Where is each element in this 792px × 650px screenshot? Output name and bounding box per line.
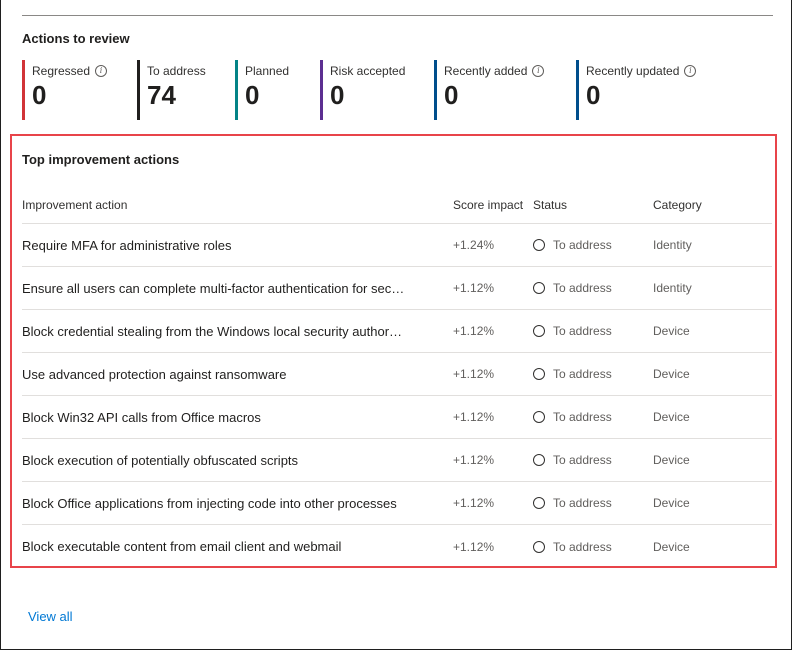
status-circle-icon — [533, 454, 545, 466]
category: Device — [653, 539, 690, 554]
status-text: To address — [553, 539, 612, 554]
improvement-actions-table: Improvement action Score impact Status C… — [22, 186, 772, 568]
metric-value: 0 — [330, 80, 345, 110]
action-name[interactable]: Block execution of potentially obfuscate… — [22, 453, 453, 468]
table-row[interactable]: Block execution of potentially obfuscate… — [22, 439, 772, 482]
metric-label: Planned — [245, 64, 290, 78]
metric-value: 0 — [586, 80, 601, 110]
metric-color-bar — [434, 60, 437, 120]
score-impact: +1.12% — [453, 367, 495, 381]
metric-color-bar — [137, 60, 140, 120]
score-impact: +1.12% — [453, 281, 495, 295]
table-body: Require MFA for administrative roles +1.2… — [22, 224, 772, 568]
category: Device — [653, 324, 690, 338]
top-improvement-actions-panel: Top improvement actions Improvement acti… — [10, 134, 777, 568]
status-text: To address — [553, 453, 612, 467]
metric-color-bar — [576, 60, 579, 120]
status-text: To address — [553, 238, 612, 252]
table-row[interactable]: Block Win32 API calls from Office macros… — [22, 396, 772, 439]
status-cell: To address — [533, 367, 653, 381]
action-name[interactable]: Block Win32 API calls from Office macros — [22, 410, 453, 425]
metric-color-bar — [22, 60, 25, 120]
metric-value: 0 — [32, 80, 47, 110]
action-name[interactable]: Block credential stealing from the Windo… — [22, 324, 453, 339]
category: Identity — [653, 238, 692, 252]
metric-risk-accepted[interactable]: Risk accepted 0 — [320, 60, 405, 120]
status-circle-icon — [533, 411, 545, 423]
category: Device — [653, 410, 690, 424]
metric-regressed[interactable]: Regressed i 0 — [22, 60, 108, 120]
category: Device — [653, 453, 690, 467]
status-cell: To address — [533, 410, 653, 424]
action-name[interactable]: Ensure all users can complete multi-fact… — [22, 281, 453, 296]
metric-to-address[interactable]: To address 74 — [137, 60, 206, 120]
table-row[interactable]: Use advanced protection against ransomwa… — [22, 353, 772, 396]
metric-label: Recently updated — [586, 64, 680, 78]
category: Device — [653, 496, 690, 510]
status-text: To address — [553, 324, 612, 338]
view-all-link[interactable]: View all — [28, 609, 73, 624]
score-impact: +1.12% — [453, 496, 495, 510]
table-row[interactable]: Require MFA for administrative roles +1.2… — [22, 224, 772, 267]
metric-label: To address — [147, 64, 206, 78]
action-name[interactable]: Use advanced protection against ransomwa… — [22, 367, 453, 382]
metric-color-bar — [320, 60, 323, 120]
score-impact: +1.12% — [453, 453, 495, 467]
status-text: To address — [553, 281, 612, 295]
info-icon[interactable]: i — [684, 65, 697, 77]
column-header-status[interactable]: Status — [533, 198, 653, 212]
category: Identity — [653, 281, 692, 295]
action-name[interactable]: Block Office applications from injecting… — [22, 496, 453, 511]
score-impact: +1.12% — [453, 410, 495, 424]
category: Device — [653, 367, 690, 381]
status-text: To address — [553, 367, 612, 381]
table-header: Improvement action Score impact Status C… — [22, 186, 772, 224]
status-circle-icon — [533, 325, 545, 337]
info-icon[interactable]: i — [95, 65, 108, 77]
metric-value: 74 — [147, 80, 176, 110]
score-impact: +1.12% — [453, 324, 495, 338]
score-impact: +1.12% — [453, 539, 495, 554]
column-header-action[interactable]: Improvement action — [22, 198, 453, 212]
status-cell: To address — [533, 281, 653, 295]
status-cell: To address — [533, 238, 653, 252]
metric-value: 0 — [444, 80, 459, 110]
top-divider — [22, 15, 773, 16]
table-row[interactable]: Block credential stealing from the Windo… — [22, 310, 772, 353]
metric-planned[interactable]: Planned 0 — [235, 60, 289, 120]
metric-recently-updated[interactable]: Recently updated i 0 — [576, 60, 697, 120]
status-circle-icon — [533, 282, 545, 294]
column-header-category[interactable]: Category — [653, 198, 772, 212]
actions-to-review-title: Actions to review — [22, 31, 130, 46]
table-row[interactable]: Block Office applications from injecting… — [22, 482, 772, 525]
info-icon[interactable]: i — [532, 65, 545, 77]
metric-label: Risk accepted — [330, 64, 406, 78]
status-circle-icon — [533, 368, 545, 380]
status-text: To address — [553, 496, 612, 510]
status-cell: To address — [533, 540, 653, 554]
status-circle-icon — [533, 540, 545, 553]
table-row[interactable]: Ensure all users can complete multi-fact… — [22, 267, 772, 310]
metric-color-bar — [235, 60, 238, 120]
status-cell: To address — [533, 496, 653, 510]
status-cell: To address — [533, 453, 653, 467]
action-name[interactable]: Require MFA for administrative roles — [22, 238, 453, 253]
frame-edge — [0, 0, 1, 16]
status-cell: To address — [533, 324, 653, 338]
score-impact: +1.24% — [453, 238, 495, 252]
column-header-score[interactable]: Score impact — [453, 198, 533, 212]
metric-label: Regressed — [32, 64, 91, 78]
status-circle-icon — [533, 239, 545, 251]
action-name[interactable]: Block executable content from email clie… — [22, 539, 453, 554]
table-row[interactable]: Block executable content from email clie… — [22, 525, 772, 568]
metric-label: Recently added — [444, 64, 528, 78]
status-circle-icon — [533, 497, 545, 509]
metric-value: 0 — [245, 80, 260, 110]
metric-recently-added[interactable]: Recently added i 0 — [434, 60, 545, 120]
panel-title: Top improvement actions — [22, 152, 180, 167]
status-text: To address — [553, 410, 612, 424]
